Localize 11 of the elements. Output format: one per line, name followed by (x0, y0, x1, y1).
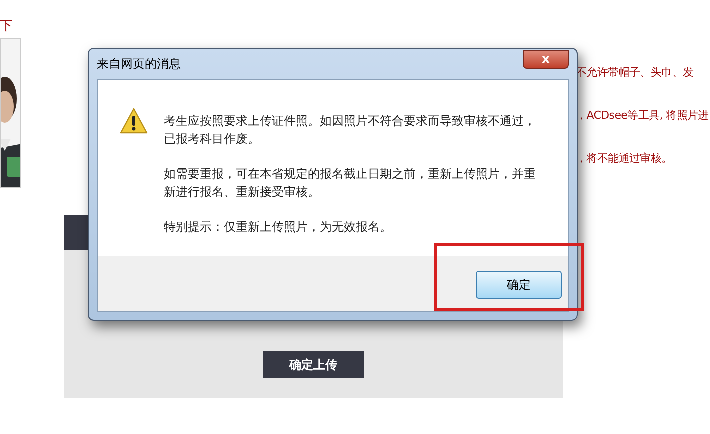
side-label: 下 (0, 20, 13, 33)
requirement-text: ，将不能通过审核。 (576, 153, 672, 164)
warning-icon (120, 108, 148, 134)
requirement-text: ，ACDsee等工具, 将照片进 (576, 110, 709, 121)
upload-button[interactable]: 确定上传 (263, 351, 364, 378)
window-title: 来自网页的消息 (97, 56, 181, 73)
ok-button[interactable]: 确定 (476, 271, 562, 299)
message-text: 特别提示：仅重新上传照片，为无效报名。 (164, 219, 393, 236)
message-text: 如需要重报，可在本省规定的报名截止日期之前，重新上传照片，并重新进行报名、重新接受审核。 (164, 166, 537, 201)
message-text: 考生应按照要求上传证件照。如因照片不符合要求而导致审核不通过，已报考科目作废。 (164, 113, 537, 148)
close-button[interactable]: x (523, 50, 569, 68)
